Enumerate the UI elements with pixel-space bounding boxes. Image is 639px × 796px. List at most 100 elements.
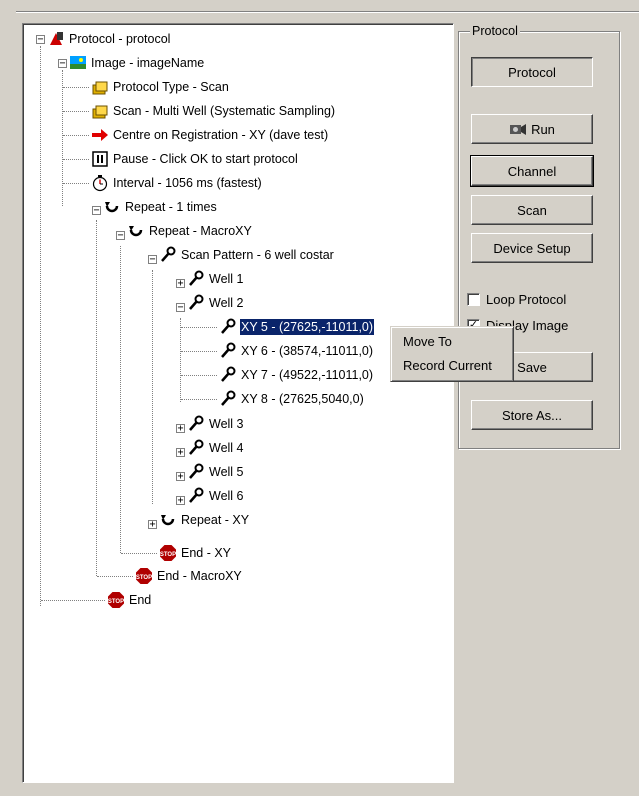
run-button-label: Run xyxy=(531,121,555,137)
tree-node-label: Well 1 xyxy=(209,272,244,286)
wrench-icon xyxy=(187,439,205,457)
wrench-icon xyxy=(187,270,205,288)
tree-node-label: Repeat - XY xyxy=(181,513,250,527)
expand-toggle[interactable]: + xyxy=(148,520,157,530)
scan-button[interactable]: Scan xyxy=(471,195,593,225)
tree-node-label: Pause - Click OK to start protocol xyxy=(113,152,298,166)
camera-icon xyxy=(509,120,527,138)
tree-line xyxy=(62,70,63,206)
tree-node-interval[interactable]: Interval - 1056 ms (fastest) xyxy=(91,174,263,192)
collapse-toggle[interactable]: − xyxy=(176,303,185,313)
tree-node-label: Centre on Registration - XY (dave test) xyxy=(113,128,329,142)
tree-node-label: XY 7 - (49522,-11011,0) xyxy=(241,368,374,382)
tree-node-end[interactable]: STOP End xyxy=(107,591,152,609)
tree-node-centre-on-registration[interactable]: Centre on Registration - XY (dave test) xyxy=(91,126,329,144)
protocol-button[interactable]: Protocol xyxy=(471,57,593,87)
collapse-toggle[interactable]: − xyxy=(148,255,157,265)
wrench-icon xyxy=(187,487,205,505)
tree-node-protocol-type[interactable]: Protocol Type - Scan xyxy=(91,78,230,96)
tree-node-scan-pattern[interactable]: Scan Pattern - 6 well costar xyxy=(159,246,335,264)
tree-node-label: Well 3 xyxy=(209,417,244,431)
protocol-tree[interactable]: − Protocol - protocol − Image - imageNam… xyxy=(22,23,454,783)
tree-node-well-3[interactable]: Well 3 xyxy=(187,415,245,433)
tree-node-xy-6[interactable]: XY 6 - (38574,-11011,0) xyxy=(219,342,374,360)
tree-node-image[interactable]: Image - imageName xyxy=(69,54,205,72)
expand-toggle[interactable]: + xyxy=(176,448,185,458)
tree-node-well-1[interactable]: Well 1 xyxy=(187,270,245,288)
stop-sign-icon: STOP xyxy=(159,544,177,562)
tree-line xyxy=(97,576,133,577)
loop-protocol-checkbox[interactable]: Loop Protocol xyxy=(467,292,566,307)
wrench-icon xyxy=(159,246,177,264)
tree-node-label: Well 2 xyxy=(209,296,244,310)
device-setup-button-label: Device Setup xyxy=(493,240,571,256)
wrench-icon xyxy=(187,463,205,481)
tree-node-scan[interactable]: Scan - Multi Well (Systematic Sampling) xyxy=(91,102,336,120)
run-button[interactable]: Run xyxy=(471,114,593,144)
channel-button-label: Channel xyxy=(507,163,557,179)
tree-node-label: End - MacroXY xyxy=(157,569,242,583)
tree-node-label: End xyxy=(129,593,152,607)
folder-stack-icon xyxy=(91,78,109,96)
wrench-icon xyxy=(219,390,237,408)
tree-line xyxy=(181,351,217,352)
tree-node-repeat-macroxy[interactable]: Repeat - MacroXY xyxy=(127,222,253,240)
tree-node-well-4[interactable]: Well 4 xyxy=(187,439,245,457)
svg-text:STOP: STOP xyxy=(160,552,176,558)
tree-node-end-macroxy[interactable]: STOP End - MacroXY xyxy=(135,567,243,585)
tree-node-label: Well 4 xyxy=(209,441,244,455)
wrench-icon xyxy=(219,318,237,336)
context-menu: Move To Record Current xyxy=(390,326,514,382)
tree-node-well-6[interactable]: Well 6 xyxy=(187,487,245,505)
tree-node-label: Image - imageName xyxy=(91,56,205,70)
tree-node-label: Interval - 1056 ms (fastest) xyxy=(113,176,262,190)
collapse-toggle[interactable]: − xyxy=(58,59,67,69)
store-as-button[interactable]: Store As... xyxy=(471,400,593,430)
expand-toggle[interactable]: + xyxy=(176,424,185,434)
stop-sign-icon: STOP xyxy=(135,567,153,585)
collapse-toggle[interactable]: − xyxy=(116,231,125,241)
tree-line xyxy=(120,246,121,553)
repeat-icon xyxy=(159,511,177,529)
tree-node-label: Repeat - 1 times xyxy=(125,200,217,214)
tree-node-label: Protocol - protocol xyxy=(69,32,171,46)
collapse-toggle[interactable]: − xyxy=(36,35,45,45)
tree-node-repeat-1-times[interactable]: Repeat - 1 times xyxy=(103,198,218,216)
expand-toggle[interactable]: + xyxy=(176,279,185,289)
tree-line xyxy=(181,375,217,376)
tree-line xyxy=(96,220,97,576)
loop-protocol-label: Loop Protocol xyxy=(486,292,567,307)
stopwatch-icon xyxy=(91,174,109,192)
checkbox-box[interactable] xyxy=(467,293,480,306)
tree-node-end-xy[interactable]: STOP End - XY xyxy=(159,544,232,562)
tree-node-label: XY 6 - (38574,-11011,0) xyxy=(241,344,374,358)
tree-node-xy-5[interactable]: XY 5 - (27625,-11011,0) xyxy=(219,318,375,336)
tree-node-label: Well 6 xyxy=(209,489,244,503)
svg-text:STOP: STOP xyxy=(136,575,152,581)
tree-line xyxy=(63,111,89,112)
tree-node-xy-7[interactable]: XY 7 - (49522,-11011,0) xyxy=(219,366,374,384)
menu-item-record-current[interactable]: Record Current xyxy=(393,354,511,378)
tree-line xyxy=(40,46,41,606)
expand-toggle[interactable]: + xyxy=(176,472,185,482)
channel-button[interactable]: Channel xyxy=(470,155,594,187)
device-setup-button[interactable]: Device Setup xyxy=(471,233,593,263)
wrench-icon xyxy=(219,342,237,360)
tree-node-well-2[interactable]: Well 2 xyxy=(187,294,245,312)
tree-line xyxy=(41,600,105,601)
wrench-icon xyxy=(187,415,205,433)
tree-line xyxy=(181,327,217,328)
group-title: Protocol xyxy=(470,24,520,38)
collapse-toggle[interactable]: − xyxy=(92,206,101,216)
tree-node-protocol[interactable]: Protocol - protocol xyxy=(47,30,171,48)
tree-node-well-5[interactable]: Well 5 xyxy=(187,463,245,481)
tree-node-pause[interactable]: Pause - Click OK to start protocol xyxy=(91,150,299,168)
expand-toggle[interactable]: + xyxy=(176,496,185,506)
tree-line xyxy=(180,318,181,402)
protocol-icon xyxy=(47,30,65,48)
repeat-icon xyxy=(103,198,121,216)
tree-node-label: Scan Pattern - 6 well costar xyxy=(181,248,334,262)
menu-item-move-to[interactable]: Move To xyxy=(393,330,511,354)
tree-node-xy-8[interactable]: XY 8 - (27625,5040,0) xyxy=(219,390,365,408)
tree-node-repeat-xy[interactable]: Repeat - XY xyxy=(159,511,250,529)
